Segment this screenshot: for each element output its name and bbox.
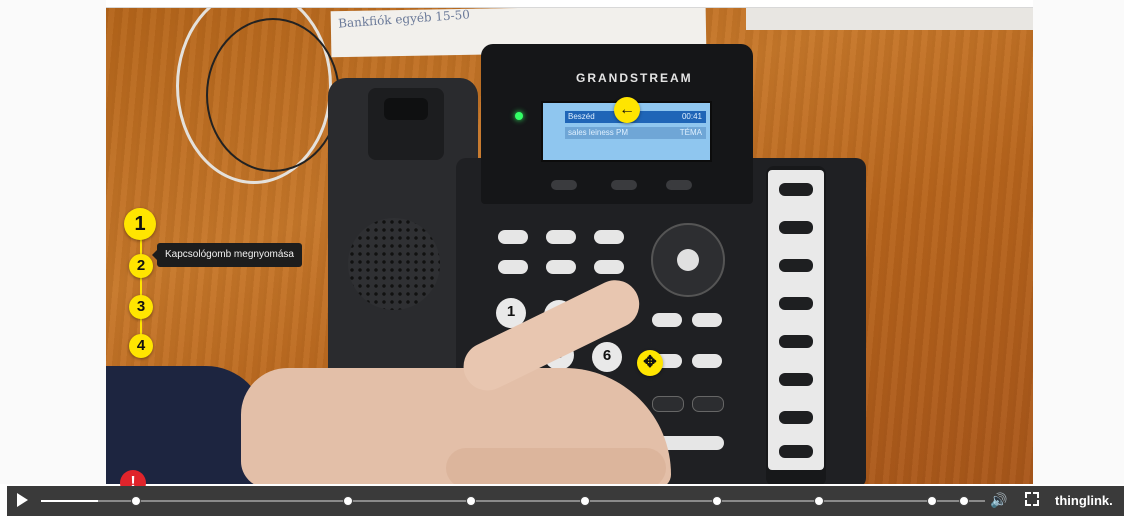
thinglink-logo[interactable]: thinglink. (1055, 493, 1113, 508)
contacts-key (546, 230, 576, 244)
lcd-row-2-right: TÉMA (679, 128, 702, 137)
extension-button (779, 445, 813, 458)
timeline-marker[interactable] (580, 496, 590, 506)
mute-key (652, 313, 682, 327)
extension-button (779, 335, 813, 348)
step-2-hotspot[interactable]: 2 (129, 254, 153, 278)
steps-connector (140, 226, 142, 344)
extension-button (779, 373, 813, 386)
step-4-hotspot[interactable]: 4 (129, 334, 153, 358)
speaker-grill (348, 218, 440, 310)
cable-dark (206, 18, 340, 172)
phone-brand: GRANDSTREAM (576, 71, 693, 85)
keypad-key: 6 (592, 342, 622, 372)
video-controlbar: 🔊 thinglink. (7, 486, 1124, 516)
extension-button (779, 297, 813, 310)
arrow-left-icon[interactable]: ← (614, 97, 640, 123)
knuckle (446, 448, 666, 484)
conference-key (594, 260, 624, 274)
softkey (666, 180, 692, 190)
timeline-marker[interactable] (712, 496, 722, 506)
volume-icon[interactable]: 🔊 (990, 490, 1007, 510)
message-key (594, 230, 624, 244)
timeline-marker[interactable] (131, 496, 141, 506)
timeline-marker[interactable] (927, 496, 937, 506)
extension-button (779, 221, 813, 234)
move-arrows-icon[interactable]: ✥ (637, 350, 663, 376)
navigation-pad (651, 223, 725, 297)
timeline-marker[interactable] (466, 496, 476, 506)
transfer-key (498, 260, 528, 274)
home-key (498, 230, 528, 244)
redial-key (652, 396, 684, 412)
lcd-row-2-left: sales leiness PM (568, 128, 629, 137)
right-margin (1033, 0, 1124, 484)
step-3-hotspot[interactable]: 3 (129, 295, 153, 319)
left-margin (0, 0, 106, 484)
network-key (692, 354, 722, 368)
fullscreen-icon[interactable] (1025, 492, 1039, 506)
timeline-marker[interactable] (959, 496, 969, 506)
step-1-hotspot[interactable]: 1 (124, 208, 156, 240)
progress-fill (41, 500, 98, 502)
step-tooltip: Kapcsológomb megnyomása (152, 243, 302, 267)
headset-key (692, 313, 722, 327)
speaker-key (692, 396, 724, 412)
timeline-marker[interactable] (343, 496, 353, 506)
progress-track[interactable] (41, 496, 985, 506)
play-button[interactable] (17, 493, 28, 507)
timeline-marker[interactable] (814, 496, 824, 506)
softkey (611, 180, 637, 190)
lcd-row-1-left: Beszéd (568, 112, 595, 121)
lcd-row-2: sales leiness PM TÉMA (565, 127, 706, 139)
hook-switch (384, 98, 428, 120)
line-led (515, 112, 523, 120)
softkey (551, 180, 577, 190)
extension-button (779, 183, 813, 196)
handset-earpiece (368, 88, 444, 160)
extension-button (779, 411, 813, 424)
hold-key (546, 260, 576, 274)
extension-label-strip (768, 170, 824, 470)
extension-button (779, 259, 813, 272)
lcd-row-1-right: 00:41 (681, 112, 702, 121)
paper-note-2 (746, 8, 1033, 30)
nav-ok-button (677, 249, 699, 271)
